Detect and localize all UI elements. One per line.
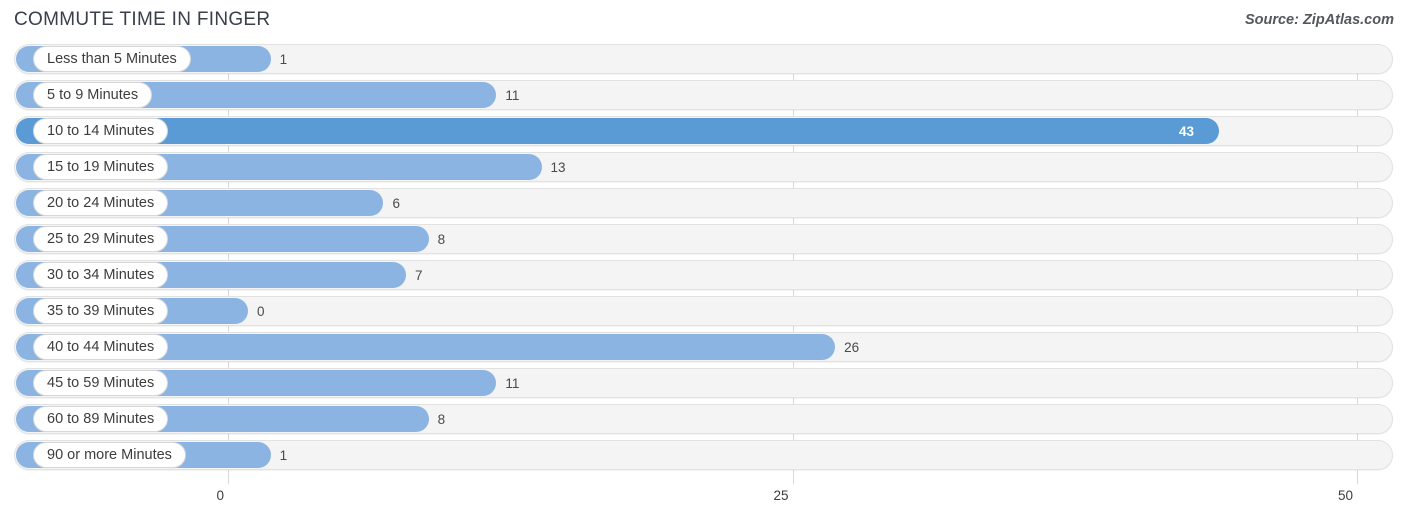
x-tick-label: 25 (773, 488, 789, 503)
chart-row: Less than 5 Minutes 1 (0, 44, 1406, 74)
category-label: 20 to 24 Minutes (33, 190, 169, 216)
bar-value-label: 11 (505, 87, 520, 103)
bar-value-label: 8 (437, 231, 446, 247)
bar-value-label: 8 (437, 411, 446, 427)
chart-row: 40 to 44 Minutes 26 (0, 332, 1406, 362)
bar-value-inside: 43 (1178, 123, 1194, 139)
chart-row: 30 to 34 Minutes 7 (0, 260, 1406, 290)
x-tick-label: 50 (1337, 488, 1353, 503)
chart-header: COMMUTE TIME IN FINGER Source: ZipAtlas.… (0, 0, 1406, 44)
bar[interactable] (16, 118, 1219, 144)
x-tick-label: 0 (216, 488, 224, 503)
chart-row: 15 to 19 Minutes 13 (0, 152, 1406, 182)
bar-value-label: 1 (279, 447, 288, 463)
chart-row: 5 to 9 Minutes 11 (0, 80, 1406, 110)
category-label: 5 to 9 Minutes (33, 82, 153, 108)
category-label: 60 to 89 Minutes (33, 406, 169, 432)
bar-rows: Less than 5 Minutes 1 5 to 9 Minutes 11 10 t… (0, 44, 1406, 476)
bar-value-label: 11 (505, 375, 520, 391)
bar-value-label: 0 (257, 303, 265, 319)
chart-row: 20 to 24 Minutes 6 (0, 188, 1406, 218)
category-label: 15 to 19 Minutes (33, 154, 169, 180)
chart-row: 45 to 59 Minutes 11 (0, 368, 1406, 398)
chart-row: 10 to 14 Minutes 43 (0, 116, 1406, 146)
category-label: 25 to 29 Minutes (33, 226, 169, 252)
x-axis: 0 25 50 (0, 484, 1406, 522)
bar-value-label: 7 (415, 267, 423, 283)
chart-row: 25 to 29 Minutes 8 (0, 224, 1406, 254)
page-title: COMMUTE TIME IN FINGER (14, 9, 271, 30)
chart-row: 35 to 39 Minutes 0 (0, 296, 1406, 326)
bar-value-label: 6 (392, 195, 400, 211)
bar-value-label: 1 (279, 51, 288, 67)
category-label: 30 to 34 Minutes (33, 262, 169, 288)
bar-value-label: 13 (550, 159, 566, 175)
category-label: 10 to 14 Minutes (33, 118, 169, 144)
bar-value-label: 26 (844, 339, 860, 355)
category-label: 90 or more Minutes (33, 442, 186, 468)
category-label: 45 to 59 Minutes (33, 370, 169, 396)
category-label: 35 to 39 Minutes (33, 298, 169, 324)
category-label: 40 to 44 Minutes (33, 334, 169, 360)
chart-row: 90 or more Minutes 1 (0, 440, 1406, 470)
chart-row: 60 to 89 Minutes 8 (0, 404, 1406, 434)
chart-plot-area: Less than 5 Minutes 1 5 to 9 Minutes 11 10 t… (0, 44, 1406, 484)
category-label: Less than 5 Minutes (33, 46, 191, 72)
source-attribution: Source: ZipAtlas.com (1244, 12, 1394, 28)
